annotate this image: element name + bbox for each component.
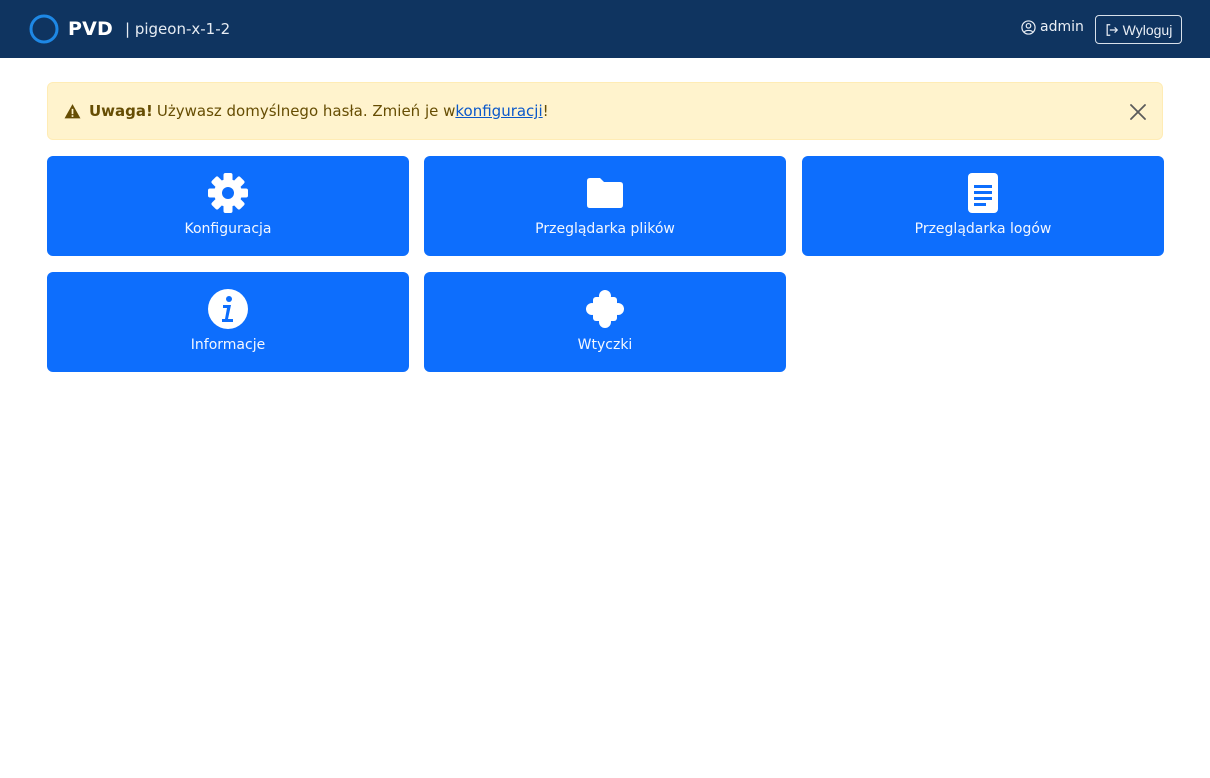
brand-name: PVD [68, 18, 114, 40]
alert-suffix: ! [542, 102, 549, 120]
logo-ring-icon [29, 14, 59, 44]
tile-przegladarka-plikow[interactable]: Przeglądarka plików [424, 156, 786, 256]
logout-button[interactable]: Wyloguj [1095, 15, 1182, 44]
tile-label: Przeglądarka plików [535, 221, 675, 237]
tile-przegladarka-logow[interactable]: Przeglądarka logów [802, 156, 1164, 256]
tile-label: Wtyczki [577, 337, 633, 353]
brand[interactable]: PVD | pigeon-x-1-2 [28, 13, 230, 45]
config-link[interactable]: konfiguracji [455, 102, 542, 120]
warning-icon [64, 103, 81, 118]
user-menu[interactable]: admin [1021, 19, 1084, 35]
tile-informacje[interactable]: Informacje [47, 272, 409, 372]
alert-text: Używasz domyślnego hasła. Zmień je w [156, 102, 456, 120]
folder-icon [584, 172, 626, 214]
tile-label: Przeglądarka logów [914, 221, 1052, 237]
user-circle-icon [1021, 19, 1036, 35]
logout-label: Wyloguj [1122, 21, 1173, 38]
info-icon [207, 288, 249, 330]
hostname: | pigeon-x-1-2 [125, 20, 231, 38]
tile-wtyczki[interactable]: Wtyczki [424, 272, 786, 372]
puzzle-icon [584, 288, 626, 330]
close-icon[interactable] [1129, 103, 1147, 121]
username: admin [1040, 19, 1084, 35]
document-icon [962, 172, 1004, 214]
tile-label: Informacje [190, 337, 266, 353]
tile-label: Konfiguracja [184, 221, 272, 237]
alert-title: Uwaga! [89, 102, 153, 120]
gear-icon [207, 172, 249, 214]
sign-out-icon [1106, 23, 1118, 36]
tile-konfiguracja[interactable]: Konfiguracja [47, 156, 409, 256]
top-navbar: PVD | pigeon-x-1-2 admin Wyloguj [0, 0, 1210, 58]
default-password-alert: Uwaga! Używasz domyślnego hasła. Zmień j… [47, 82, 1163, 140]
